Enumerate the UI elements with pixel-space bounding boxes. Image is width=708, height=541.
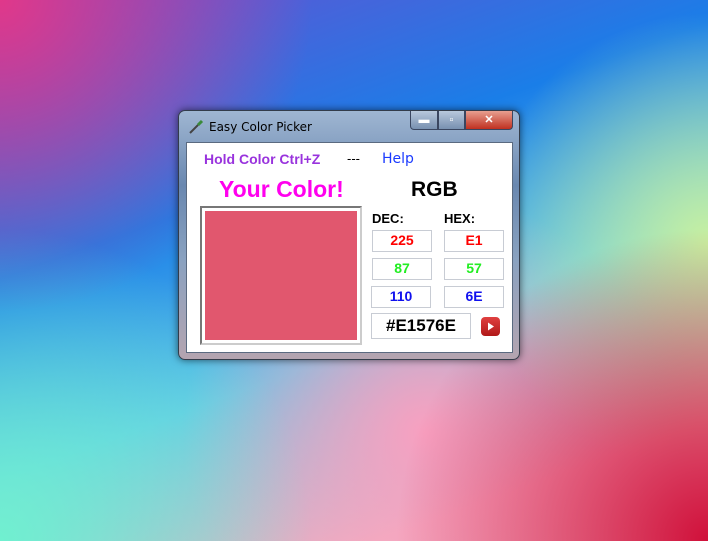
dec-blue-field[interactable]: 110 [371, 286, 431, 308]
hex-code-field[interactable]: #E1576E [371, 313, 471, 339]
copy-button[interactable] [481, 317, 500, 336]
color-swatch [205, 211, 357, 340]
hex-red-field[interactable]: E1 [444, 230, 504, 252]
window-title: Easy Color Picker [209, 120, 312, 134]
dec-red-field[interactable]: 225 [372, 230, 432, 252]
swatch-frame [200, 206, 362, 345]
maximize-button[interactable]: ▫ [438, 111, 465, 130]
help-menu[interactable]: Help [382, 151, 414, 167]
menu-separator: --- [347, 151, 360, 166]
minimize-button[interactable]: ▬ [410, 111, 438, 130]
dec-label: DEC: [372, 211, 404, 226]
hex-blue-field[interactable]: 6E [444, 286, 504, 308]
close-button[interactable]: ✕ [465, 111, 513, 130]
eyedropper-icon [189, 119, 204, 134]
app-window: Easy Color Picker ▬ ▫ ✕ Hold Color Ctrl+… [178, 110, 520, 360]
your-color-label: Your Color! [219, 176, 344, 202]
rgb-label: RGB [411, 178, 458, 201]
client-area: Hold Color Ctrl+Z --- Help Your Color! R… [186, 142, 513, 353]
hex-label: HEX: [444, 211, 476, 226]
dec-green-field[interactable]: 87 [372, 258, 432, 280]
play-icon [488, 322, 494, 331]
hold-color-menu[interactable]: Hold Color Ctrl+Z [204, 151, 320, 167]
hex-green-field[interactable]: 57 [444, 258, 504, 280]
